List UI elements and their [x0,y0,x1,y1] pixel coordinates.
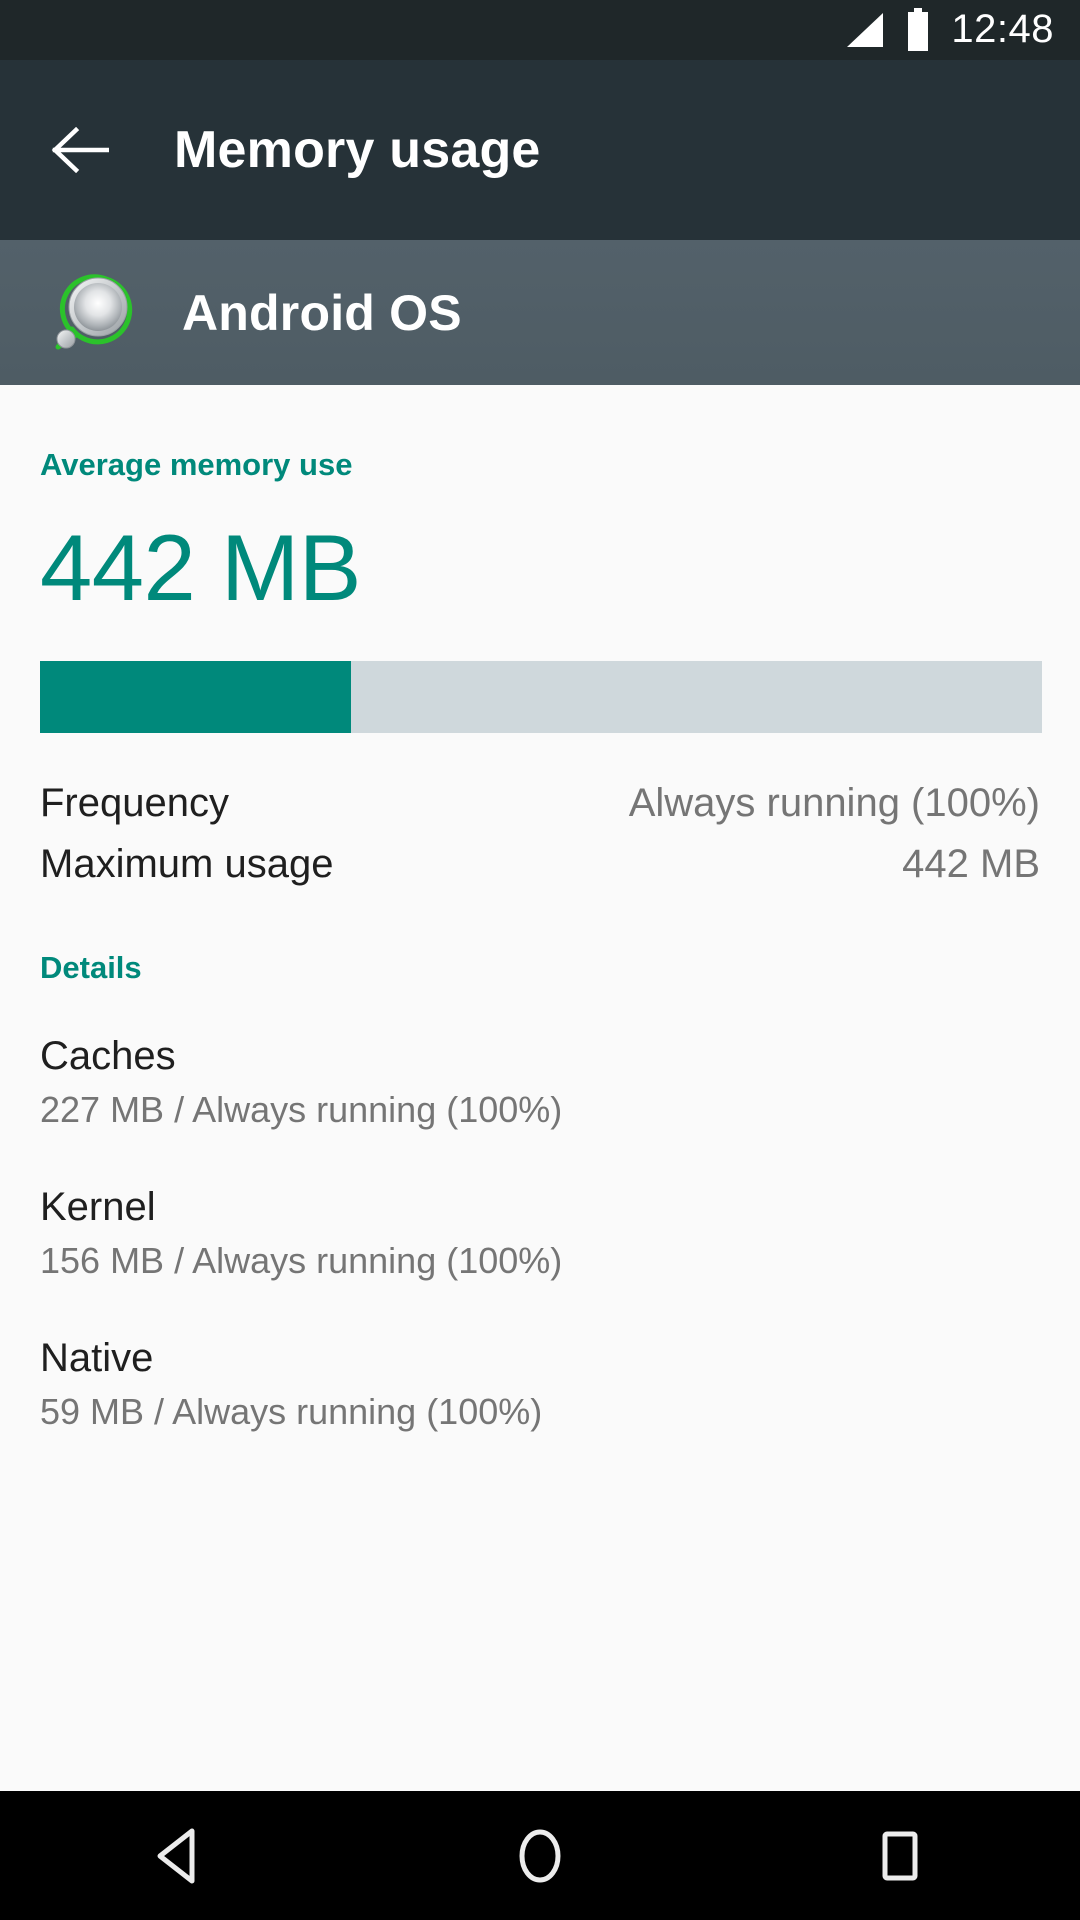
app-header: Android OS [0,240,1080,385]
nav-recents-icon[interactable] [830,1791,970,1920]
detail-title: Caches [40,1034,176,1078]
nav-back-icon[interactable] [110,1791,250,1920]
detail-title: Kernel [40,1185,156,1229]
status-bar-clock: 12:48 [951,7,1054,51]
average-memory-value: 442 MB [40,515,361,620]
detail-subtitle: 156 MB / Always running (100%) [40,1240,563,1281]
frequency-label: Frequency [40,781,229,825]
detail-subtitle: 227 MB / Always running (100%) [40,1089,563,1130]
content-area: Average memory use 442 MB Frequency Alwa… [0,385,1080,1791]
average-memory-use-label: Average memory use [40,447,353,482]
table-row: Maximum usage 442 MB [40,834,1040,895]
app-name: Android OS [182,284,462,341]
page-title: Memory usage [174,121,541,179]
info-rows: Frequency Always running (100%) Maximum … [40,773,1040,895]
android-os-icon [46,267,138,359]
details-section-label: Details [40,950,142,985]
signal-triangle-icon [843,11,885,49]
status-bar: 12:48 [0,0,1080,60]
detail-title: Native [40,1336,154,1380]
memory-progress-fill [40,661,351,733]
detail-subtitle: 59 MB / Always running (100%) [40,1391,543,1432]
nav-home-icon[interactable] [470,1791,610,1920]
battery-full-icon [905,8,931,52]
list-item[interactable]: Native 59 MB / Always running (100%) [40,1310,1040,1461]
list-item[interactable]: Kernel 156 MB / Always running (100%) [40,1159,1040,1310]
table-row: Frequency Always running (100%) [40,773,1040,834]
list-item[interactable]: Caches 227 MB / Always running (100%) [40,1008,1040,1159]
navigation-bar [0,1791,1080,1920]
arrow-back-icon[interactable] [48,118,112,182]
app-bar: Memory usage [0,60,1080,240]
memory-progress-bar [40,661,1042,733]
maximum-usage-value: 442 MB [902,842,1040,886]
details-list: Caches 227 MB / Always running (100%) Ke… [40,1008,1040,1461]
frequency-value: Always running (100%) [628,781,1040,825]
maximum-usage-label: Maximum usage [40,842,334,886]
